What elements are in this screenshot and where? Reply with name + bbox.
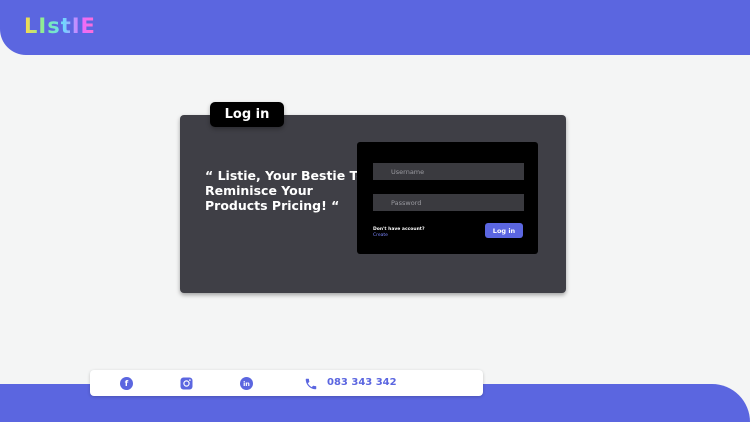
top-bar: LIstIE <box>0 0 750 55</box>
footer-card: f in 083 343 342 <box>90 370 483 396</box>
login-form: Don't have account? Create Log in <box>357 142 538 254</box>
username-input[interactable] <box>373 163 524 180</box>
linkedin-icon[interactable]: in <box>240 377 253 390</box>
app-logo[interactable]: LIstIE <box>24 14 96 38</box>
instagram-icon[interactable] <box>180 377 193 390</box>
login-button[interactable]: Log in <box>485 223 523 238</box>
facebook-icon[interactable]: f <box>120 377 133 390</box>
password-input[interactable] <box>373 194 524 211</box>
login-tab[interactable]: Log in <box>210 102 284 127</box>
signup-prompt: Don't have account? <box>373 227 425 232</box>
phone-number[interactable]: 083 343 342 <box>327 377 397 388</box>
slogan-text: “ Listie, Your Bestie To Reminisce Your … <box>205 168 365 213</box>
login-card: “ Listie, Your Bestie To Reminisce Your … <box>180 115 566 293</box>
create-account-link[interactable]: Create <box>373 233 388 238</box>
phone-icon <box>304 376 318 390</box>
